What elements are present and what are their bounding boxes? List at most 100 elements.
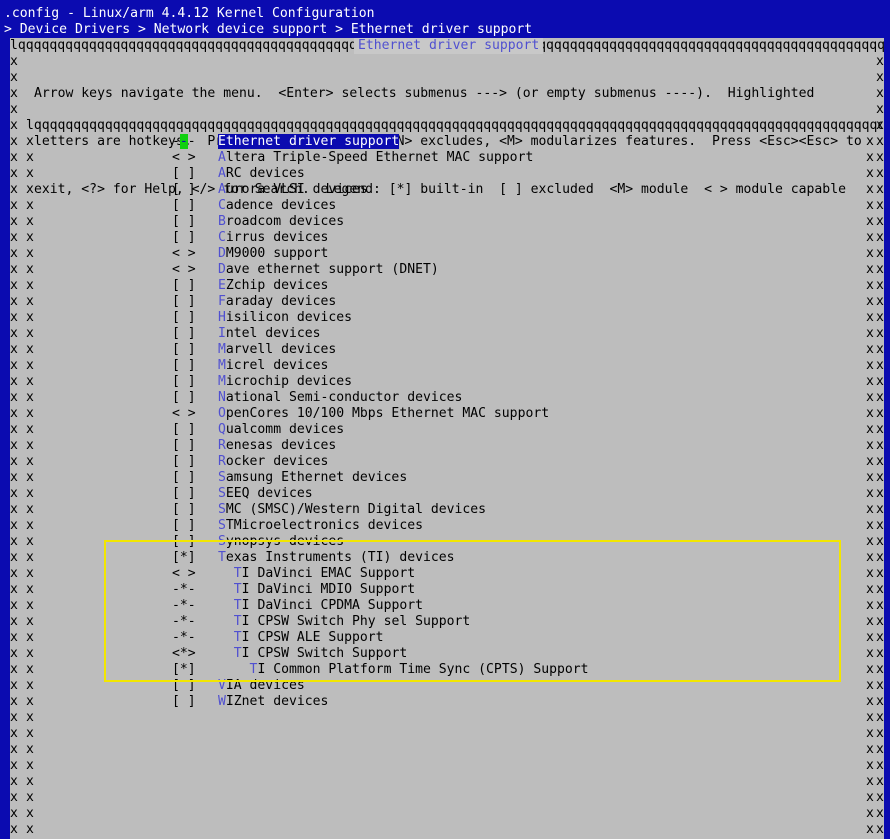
menu-item[interactable]: [ ] Synopsys devices: [172, 534, 344, 550]
menu-item-hotkey: T: [233, 614, 242, 629]
menu-item[interactable]: [ ] Rocker devices: [172, 454, 328, 470]
menu-item-state: [ ]: [172, 230, 204, 245]
menu-item-hotkey: C: [218, 230, 226, 245]
menu-item-text: icrochip devices: [225, 374, 353, 389]
menu-item-label: Texas Instruments (TI) devices: [218, 550, 455, 565]
list-border-top: lqqqqqqqqqqqqqqqqqqqqqqqqqqqqqqqqqqqqqqq…: [26, 118, 882, 133]
menu-item[interactable]: < > Altera Triple-Speed Ethernet MAC sup…: [172, 150, 533, 166]
menu-item-state: ---: [172, 134, 204, 149]
menu-item-label: Samsung Ethernet devices: [218, 470, 407, 485]
menu-item-text: I CPSW Switch Support: [241, 646, 408, 661]
menu-list[interactable]: lqqqqqqqqqqqqqqqqqqqqqqqqqqqqqqqqqqqqqqq…: [26, 118, 882, 839]
menu-item[interactable]: < > DM9000 support: [172, 246, 328, 262]
menu-item-label: SMC (SMSC)/Western Digital devices: [218, 502, 486, 517]
menu-item-label: Cirrus devices: [218, 230, 328, 245]
menu-item[interactable]: [*] Texas Instruments (TI) devices: [172, 550, 455, 566]
menu-item[interactable]: < > TI DaVinci EMAC Support: [172, 566, 415, 582]
menu-item[interactable]: -*- TI CPSW ALE Support: [172, 630, 384, 646]
menu-item[interactable]: [ ] Hisilicon devices: [172, 310, 352, 326]
menu-item-text: exas Instruments (TI) devices: [225, 550, 455, 565]
menu-item[interactable]: [ ] Cadence devices: [172, 198, 336, 214]
menu-item-text: IA devices: [225, 678, 305, 693]
menu-item-text: M9000 support: [225, 246, 329, 261]
menu-item-text: ational Semi-conductor devices: [225, 390, 463, 405]
menu-item[interactable]: [ ] Faraday devices: [172, 294, 336, 310]
menu-item-state: [ ]: [172, 390, 204, 405]
menu-item[interactable]: -*- TI CPSW Switch Phy sel Support: [172, 614, 470, 630]
menu-item-label: Marvell devices: [218, 342, 336, 357]
menu-item-label: Rocker devices: [218, 454, 328, 469]
menu-item[interactable]: [ ] Samsung Ethernet devices: [172, 470, 407, 486]
menu-item-text: isilicon devices: [225, 310, 353, 325]
menu-item[interactable]: [*] TI Common Platform Time Sync (CPTS) …: [172, 662, 589, 678]
menu-item[interactable]: [ ] ARC devices: [172, 166, 305, 182]
menu-item[interactable]: [ ] Micrel devices: [172, 358, 328, 374]
menu-item[interactable]: < > Dave ethernet support (DNET): [172, 262, 439, 278]
menu-item-text: ynopsys devices: [225, 534, 345, 549]
window-title: .config - Linux/arm 4.4.12 Kernel Config…: [4, 6, 375, 21]
menu-item[interactable]: [ ] EZchip devices: [172, 278, 328, 294]
menu-item-hotkey: S: [218, 534, 226, 549]
menu-item[interactable]: [ ] Aurora VLSI devices: [172, 182, 368, 198]
menu-item-text: IZnet devices: [225, 694, 329, 709]
menu-item-hotkey: F: [218, 294, 226, 309]
menu-item-selected[interactable]: --- Ethernet driver support: [172, 134, 400, 150]
menu-item-hotkey: Q: [218, 422, 226, 437]
terminal-scroll-edge: [884, 38, 890, 839]
menu-item-text: ualcomm devices: [225, 422, 345, 437]
menu-item[interactable]: [ ] Microchip devices: [172, 374, 352, 390]
menu-item[interactable]: [ ] SMC (SMSC)/Western Digital devices: [172, 502, 486, 518]
menu-item-label: Microchip devices: [218, 374, 352, 389]
menu-item-state: [ ]: [172, 326, 204, 341]
menu-item-state: [ ]: [172, 310, 204, 325]
menu-item-label: VIA devices: [218, 678, 305, 693]
menu-item-text: Zchip devices: [225, 278, 329, 293]
menu-item-label: OpenCores 10/100 Mbps Ethernet MAC suppo…: [218, 406, 549, 421]
menu-item[interactable]: [ ] WIZnet devices: [172, 694, 328, 710]
menu-item[interactable]: [ ] VIA devices: [172, 678, 305, 694]
menu-item[interactable]: < > OpenCores 10/100 Mbps Ethernet MAC s…: [172, 406, 549, 422]
menu-item-text: Ethernet driver support: [218, 134, 400, 149]
menu-item-text: ntel devices: [225, 326, 321, 341]
menu-item-state: < >: [172, 150, 204, 165]
menu-item-label: Aurora VLSI devices: [218, 182, 368, 197]
menu-item-hotkey: T: [233, 582, 242, 597]
menu-item-hotkey: C: [218, 198, 226, 213]
menu-item-text: irrus devices: [225, 230, 329, 245]
menu-item-label: TI Common Platform Time Sync (CPTS) Supp…: [218, 662, 589, 677]
menu-item-label: Dave ethernet support (DNET): [218, 262, 439, 277]
menu-item-label: Broadcom devices: [218, 214, 344, 229]
menu-item-label: SEEQ devices: [218, 486, 313, 501]
menu-item[interactable]: [ ] National Semi-conductor devices: [172, 390, 462, 406]
menu-item[interactable]: [ ] SEEQ devices: [172, 486, 313, 502]
menu-item[interactable]: [ ] STMicroelectronics devices: [172, 518, 423, 534]
menu-item-label: DM9000 support: [218, 246, 328, 261]
menu-item[interactable]: <*> TI CPSW Switch Support: [172, 646, 407, 662]
menu-item[interactable]: [ ] Cirrus devices: [172, 230, 328, 246]
menu-item-text: I Common Platform Time Sync (CPTS) Suppo…: [257, 662, 589, 677]
menu-item[interactable]: -*- TI DaVinci MDIO Support: [172, 582, 415, 598]
menu-item-text: arvell devices: [225, 342, 337, 357]
menu-item[interactable]: [ ] Intel devices: [172, 326, 321, 342]
breadcrumb: > Device Drivers > Network device suppor…: [4, 22, 541, 37]
menu-item-hotkey: H: [218, 310, 226, 325]
menu-item[interactable]: [ ] Qualcomm devices: [172, 422, 344, 438]
menu-item-hotkey: T: [233, 630, 242, 645]
menu-item-label: EZchip devices: [218, 278, 328, 293]
menu-item-text: RC devices: [225, 166, 305, 181]
menu-item-text: urora VLSI devices: [225, 182, 368, 197]
menu-item-state: < >: [172, 246, 204, 261]
menu-item-text: EEQ devices: [225, 486, 313, 501]
menu-item-label: Cadence devices: [218, 198, 336, 213]
menu-item[interactable]: [ ] Broadcom devices: [172, 214, 344, 230]
menu-item-text: I DaVinci EMAC Support: [241, 566, 416, 581]
menu-item[interactable]: -*- TI DaVinci CPDMA Support: [172, 598, 423, 614]
menu-item[interactable]: [ ] Renesas devices: [172, 438, 336, 454]
menu-item-state: [ ]: [172, 534, 204, 549]
menu-item-state: [ ]: [172, 182, 204, 197]
menu-item[interactable]: [ ] Marvell devices: [172, 342, 336, 358]
menu-item-hotkey: M: [218, 358, 226, 373]
menuconfig-dialog: lqqqqqqqqqqqqqqqqqqqqqqqqqqqqqqqqqqqqqqq…: [10, 38, 885, 839]
menu-item-label: WIZnet devices: [218, 694, 328, 709]
menu-item-state: [*]: [172, 550, 204, 565]
